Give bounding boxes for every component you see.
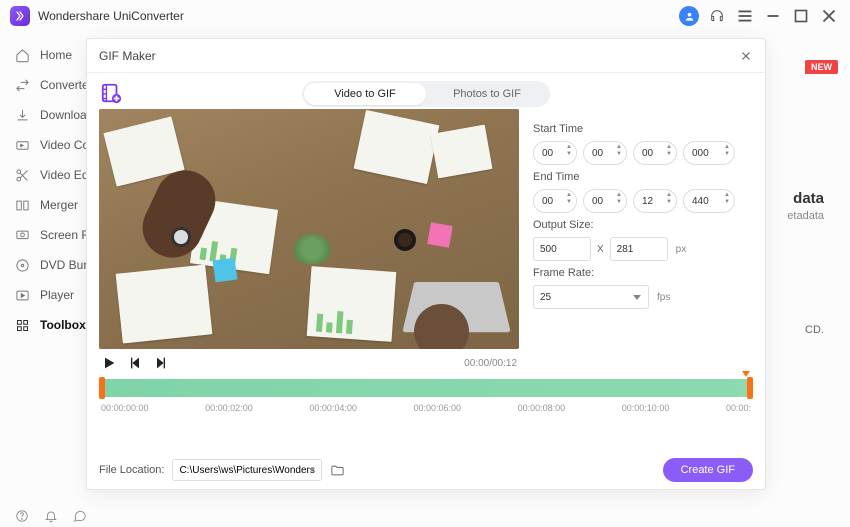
app-title: Wondershare UniConverter [38,9,184,23]
toolbox-icon [14,318,30,333]
maximize-button[interactable] [790,5,812,27]
end-ms-input[interactable]: 440▲▼ [683,189,735,213]
support-button[interactable] [706,5,728,27]
sidebar-item-label: Merger [40,198,78,212]
sidebar-item-label: Player [40,288,74,302]
next-frame-button[interactable] [153,355,169,371]
end-hour-input[interactable]: 00▲▼ [533,189,577,213]
trim-end-handle[interactable] [747,377,753,399]
frame-rate-select[interactable]: 25 [533,285,649,309]
tick-label: 00:00:06:00 [413,403,461,413]
record-icon [14,228,30,243]
tick-label: 00:00:02:00 [205,403,253,413]
notifications-button[interactable] [43,509,58,524]
size-unit: px [676,244,687,255]
file-location-label: File Location: [99,464,164,476]
video-preview[interactable] [99,109,519,349]
sidebar-item-label: Home [40,48,72,62]
bg-text: CD. [805,324,824,336]
statusbar [0,505,850,527]
tick-label: 00:00:00:00 [101,403,149,413]
merge-icon [14,198,30,213]
disc-icon [14,258,30,273]
timeline-ticks: 00:00:00:00 00:00:02:00 00:00:04:00 00:0… [99,403,753,413]
end-time-label: End Time [533,171,753,183]
home-icon [14,48,30,63]
bg-text: data [793,190,824,207]
user-account-button[interactable] [678,5,700,27]
converter-icon [14,78,30,93]
trim-start-handle[interactable] [99,377,105,399]
player-time: 00:00/00:12 [464,358,517,369]
size-separator: X [597,244,604,255]
output-height-input[interactable] [610,237,668,261]
fps-unit: fps [657,292,670,303]
dialog-close-button[interactable] [739,49,753,63]
help-button[interactable] [14,509,29,524]
mode-tabs: Video to GIF Photos to GIF [302,81,550,107]
open-folder-button[interactable] [330,463,345,478]
end-sec-input[interactable]: 12▲▼ [633,189,677,213]
end-min-input[interactable]: 00▲▼ [583,189,627,213]
output-width-input[interactable] [533,237,591,261]
start-hour-input[interactable]: 00▲▼ [533,141,577,165]
minimize-button[interactable] [762,5,784,27]
prev-frame-button[interactable] [127,355,143,371]
add-media-button[interactable] [99,81,123,105]
download-icon [14,108,30,123]
tick-label: 00:00:04:00 [309,403,357,413]
play-icon [14,288,30,303]
gif-parameters: Start Time 00▲▼ 00▲▼ 00▲▼ 000▲▼ End Time… [533,81,753,377]
file-location-select[interactable]: C:\Users\ws\Pictures\Wonders [172,459,322,481]
start-sec-input[interactable]: 00▲▼ [633,141,677,165]
timeline-track[interactable] [99,379,753,397]
gif-maker-dialog: GIF Maker Video to GIF Photos to GIF [86,38,766,490]
play-button[interactable] [101,355,117,371]
create-gif-button[interactable]: Create GIF [663,458,753,482]
compress-icon [14,138,30,153]
tick-label: 00:00:08:00 [518,403,566,413]
titlebar: Wondershare UniConverter [0,0,850,32]
sidebar-item-label: Converter [40,78,93,92]
output-size-label: Output Size: [533,219,753,231]
tab-photos-to-gif[interactable]: Photos to GIF [426,83,548,105]
start-min-input[interactable]: 00▲▼ [583,141,627,165]
new-badge: NEW [805,60,838,74]
menu-button[interactable] [734,5,756,27]
start-time-label: Start Time [533,123,753,135]
start-ms-input[interactable]: 000▲▼ [683,141,735,165]
close-button[interactable] [818,5,840,27]
frame-rate-label: Frame Rate: [533,267,753,279]
tab-video-to-gif[interactable]: Video to GIF [304,83,426,105]
app-logo-icon [10,6,30,26]
player-controls: 00:00/00:12 [99,349,519,377]
tick-label: 00:00:10:00 [622,403,670,413]
sidebar-item-label: Toolbox [40,318,86,332]
dialog-title: GIF Maker [99,49,156,63]
bg-text: etadata [787,210,824,222]
tick-label: 00:00: [726,403,751,413]
feedback-button[interactable] [72,509,87,524]
scissors-icon [14,168,30,183]
